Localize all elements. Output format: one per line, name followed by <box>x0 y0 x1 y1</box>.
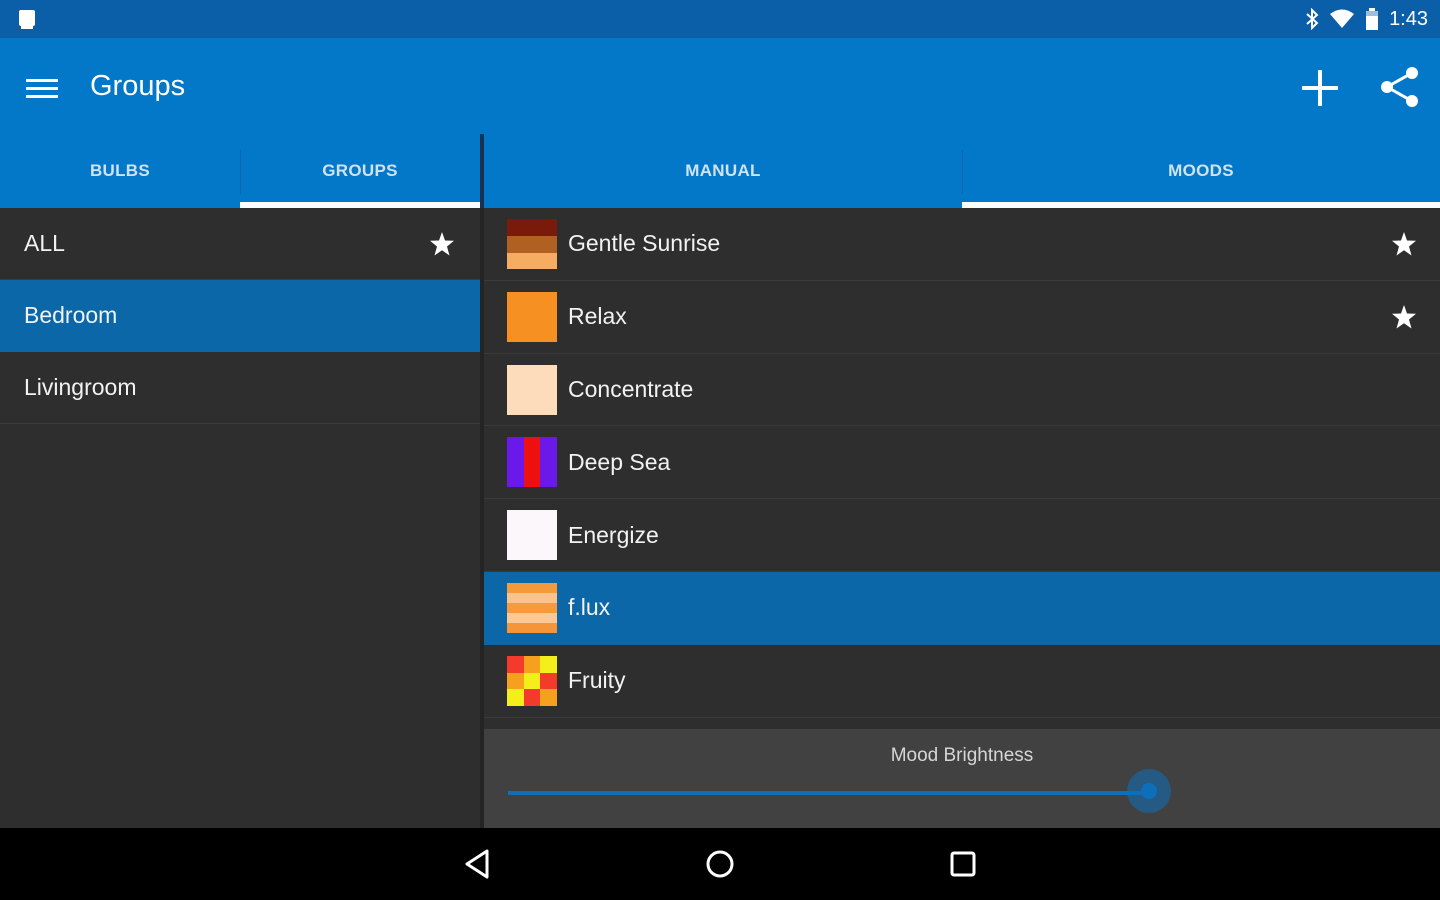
group-item-all[interactable]: ALL <box>0 208 480 280</box>
home-icon[interactable] <box>702 846 738 882</box>
right-tabs: MANUAL MOODS <box>484 134 1440 208</box>
tab-manual[interactable]: MANUAL <box>484 134 962 208</box>
mood-label: Fruity <box>568 667 626 694</box>
mood-label: Relax <box>568 303 627 330</box>
flux-swatch <box>507 582 557 633</box>
relax-swatch <box>507 291 557 342</box>
brightness-label: Mood Brightness <box>890 745 1034 766</box>
mood-label: Energize <box>568 521 659 548</box>
mood-item-concentrate[interactable]: Concentrate <box>484 354 1440 427</box>
brightness-panel: Mood Brightness <box>484 729 1440 828</box>
mood-item-energize[interactable]: Energize <box>484 499 1440 572</box>
notification-icon <box>19 10 35 29</box>
mood-item-fruity[interactable]: Fruity <box>484 645 1440 718</box>
slider-thumb[interactable] <box>1127 769 1171 813</box>
status-icons: 1:43 <box>1305 0 1428 38</box>
slider-fill <box>508 791 1149 795</box>
groups-list: ALL Bedroom Livingroom <box>0 208 480 828</box>
navigation-bar <box>0 828 1440 900</box>
mood-item-deep-sea[interactable]: Deep Sea <box>484 426 1440 500</box>
star-icon[interactable] <box>1391 231 1417 257</box>
group-label: Bedroom <box>24 302 118 328</box>
recents-icon[interactable] <box>945 846 981 882</box>
status-bar: 1:43 <box>0 0 1440 38</box>
group-item-livingroom[interactable]: Livingroom <box>0 352 480 424</box>
battery-icon <box>1366 8 1379 30</box>
tab-groups[interactable]: GROUPS <box>240 134 480 208</box>
deep-sea-swatch <box>507 437 557 488</box>
star-icon[interactable] <box>1391 304 1417 330</box>
tab-moods[interactable]: MOODS <box>962 134 1440 208</box>
share-icon[interactable] <box>1376 64 1422 110</box>
mood-item-gentle-sunrise[interactable]: Gentle Sunrise <box>484 208 1440 281</box>
star-icon[interactable] <box>429 231 455 257</box>
tab-bulbs[interactable]: BULBS <box>0 134 240 208</box>
slider-thumb-core <box>1141 783 1157 799</box>
energize-swatch <box>507 510 557 561</box>
status-time: 1:43 <box>1389 7 1428 30</box>
mood-label: Concentrate <box>568 375 694 402</box>
bluetooth-icon <box>1306 8 1319 30</box>
group-label: ALL <box>24 230 65 256</box>
mood-label: Deep Sea <box>568 448 671 475</box>
mood-item-relax[interactable]: Relax <box>484 281 1440 354</box>
fruity-swatch <box>507 655 557 706</box>
mood-item-flux[interactable]: f.lux <box>484 571 1440 645</box>
concentrate-swatch <box>507 364 557 415</box>
page-title: Groups <box>90 70 186 102</box>
mood-label: f.lux <box>568 594 611 621</box>
brightness-slider[interactable] <box>508 769 1424 813</box>
mood-label: Gentle Sunrise <box>568 230 721 257</box>
group-item-bedroom[interactable]: Bedroom <box>0 280 480 352</box>
wifi-icon <box>1330 9 1355 28</box>
add-icon[interactable] <box>1298 66 1342 110</box>
menu-icon[interactable] <box>24 74 60 104</box>
group-label: Livingroom <box>24 374 137 400</box>
back-icon[interactable] <box>460 846 496 882</box>
gentle-sunrise-swatch <box>507 219 557 269</box>
left-tabs: BULBS GROUPS <box>0 134 480 208</box>
